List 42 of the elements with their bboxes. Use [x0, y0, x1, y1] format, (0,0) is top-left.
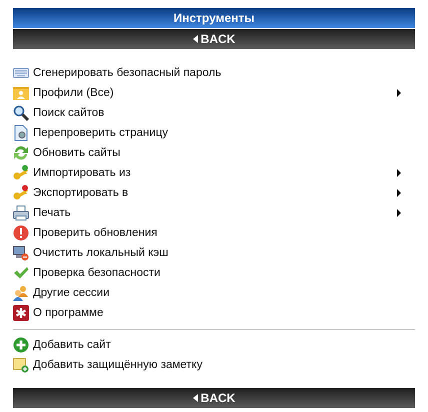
- menu-item[interactable]: Добавить сайт: [13, 335, 415, 355]
- menu-item[interactable]: Поиск сайтов: [13, 103, 415, 123]
- menu-item-label: Профили (Все): [33, 87, 115, 99]
- back-arrow-icon: [192, 35, 198, 43]
- window-title: Инструменты: [173, 11, 255, 25]
- menu-item-label: Проверка безопасности: [33, 267, 162, 279]
- menu-item-label: Другие сессии: [33, 287, 111, 299]
- menu-item-label: Обновить сайты: [33, 147, 122, 159]
- key-icon: [13, 165, 29, 181]
- menu-item-label: Очистить локальный кэш: [33, 247, 170, 259]
- menu-item[interactable]: О программе: [13, 303, 415, 323]
- menu-item[interactable]: Сгенерировать безопасный пароль: [13, 63, 415, 83]
- keyboard-icon: [13, 65, 29, 81]
- menu-item[interactable]: Печать: [13, 203, 415, 223]
- menu-item-label: Импортировать из: [33, 167, 132, 179]
- menu-item[interactable]: Проверка безопасности: [13, 263, 415, 283]
- search-icon: [13, 105, 29, 121]
- users-icon: [13, 285, 29, 301]
- menu-item[interactable]: Другие сессии: [13, 283, 415, 303]
- menu-item[interactable]: Обновить сайты: [13, 143, 415, 163]
- menu-item[interactable]: Импортировать из: [13, 163, 415, 183]
- menu-item[interactable]: Добавить защищённую заметку: [13, 355, 415, 375]
- check-icon: [13, 265, 29, 281]
- menu-item-label: Добавить сайт: [33, 339, 112, 351]
- refresh-icon: [13, 145, 29, 161]
- back-button[interactable]: BACK: [13, 388, 415, 408]
- menu-item-label: О программе: [33, 307, 104, 319]
- back-button[interactable]: BACK: [13, 29, 415, 49]
- menu-item-label: Экспортировать в: [33, 187, 130, 199]
- menu-item[interactable]: Проверить обновления: [13, 223, 415, 243]
- key-icon: [13, 185, 29, 201]
- menu-item-label: Печать: [33, 207, 72, 219]
- menu-item[interactable]: Профили (Все): [13, 83, 415, 103]
- menu-item-label: Проверить обновления: [33, 227, 158, 239]
- menu-item-label: Добавить защищённую заметку: [33, 359, 204, 371]
- menu-item[interactable]: Очистить локальный кэш: [13, 243, 415, 263]
- menu-item[interactable]: Экспортировать в: [13, 183, 415, 203]
- back-arrow-icon: [192, 394, 198, 402]
- menu-item-label: Поиск сайтов: [33, 107, 106, 119]
- menu-item[interactable]: Перепроверить страницу: [13, 123, 415, 143]
- menu-item-label: Перепроверить страницу: [33, 127, 170, 139]
- menu-item-label: Сгенерировать безопасный пароль: [33, 67, 222, 79]
